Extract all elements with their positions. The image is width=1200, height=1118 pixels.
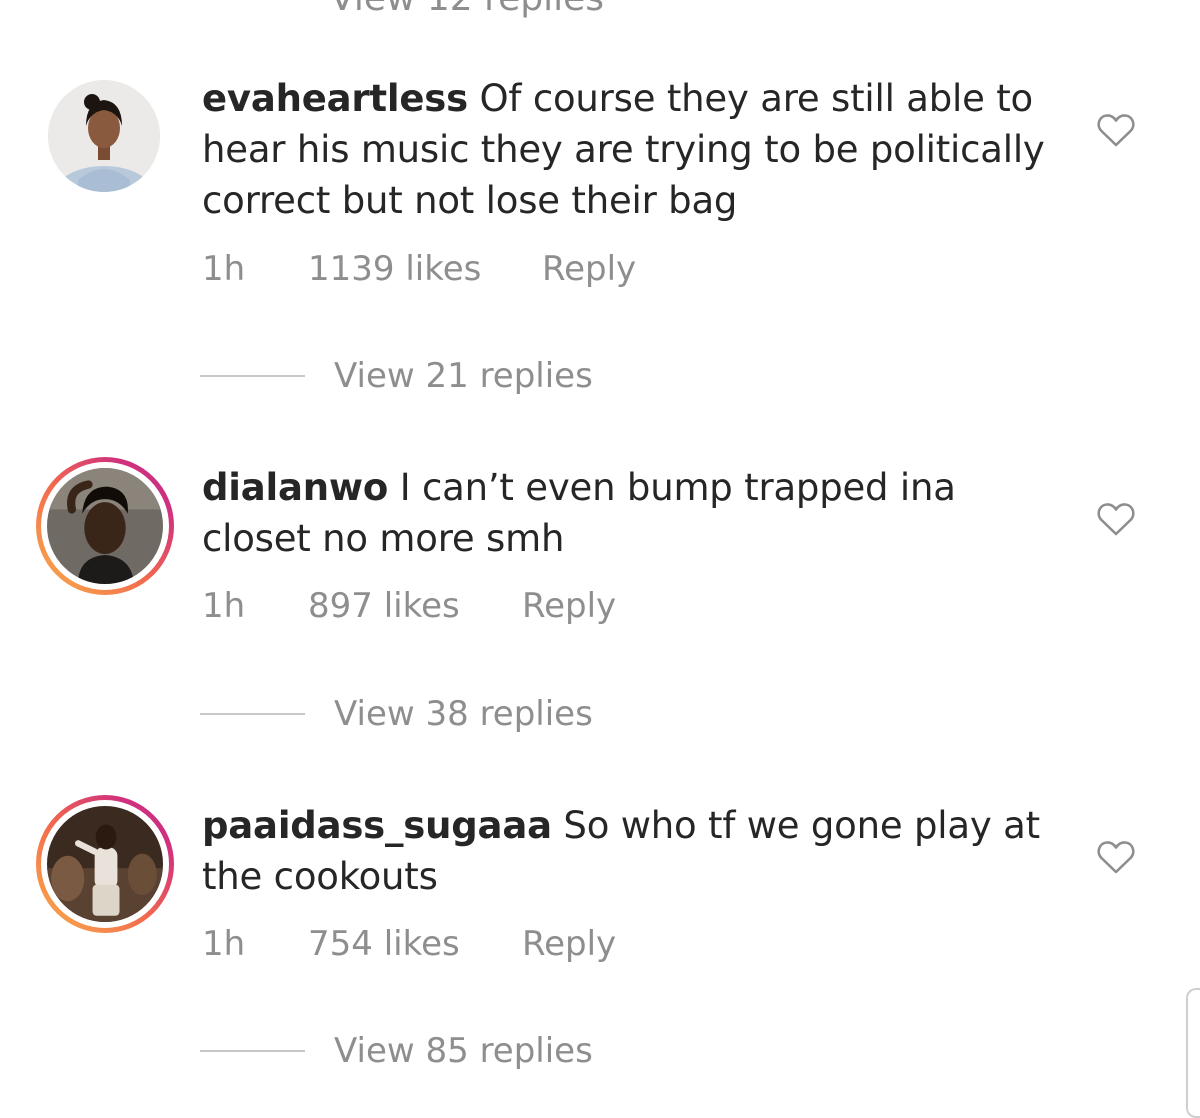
comment-text: evaheartless Of course they are still ab… [202, 73, 1052, 226]
comment-likes[interactable]: 754 likes [308, 924, 460, 964]
heart-outline-icon[interactable] [1097, 840, 1135, 874]
comment-likes[interactable]: 897 likes [308, 586, 460, 626]
view-replies-label: View 38 replies [334, 694, 593, 734]
comment-username[interactable]: evaheartless [202, 77, 468, 120]
avatar-image [47, 806, 163, 922]
comment-text: paaidass_sugaaa So who tf we gone play a… [202, 800, 1052, 902]
avatar-story-ring[interactable] [36, 457, 174, 595]
previous-view-replies-cut[interactable]: View 12 replies [330, 0, 604, 19]
comment-time: 1h [202, 249, 246, 289]
scroll-handle[interactable] [1186, 988, 1200, 1118]
replies-divider [200, 375, 305, 377]
avatar-image [48, 80, 160, 192]
replies-divider [200, 713, 305, 715]
comment-time: 1h [202, 586, 246, 626]
view-replies-label: View 21 replies [334, 356, 593, 396]
comment-time: 1h [202, 924, 246, 964]
comment-likes[interactable]: 1139 likes [308, 249, 481, 289]
replies-divider [200, 1050, 305, 1052]
comment-username[interactable]: paaidass_sugaaa [202, 804, 552, 847]
comment-text: dialanwo I can’t even bump trapped ina c… [202, 462, 1052, 564]
reply-button[interactable]: Reply [522, 924, 616, 964]
reply-button[interactable]: Reply [522, 586, 616, 626]
heart-outline-icon[interactable] [1097, 502, 1135, 536]
reply-button[interactable]: Reply [542, 249, 636, 289]
avatar[interactable] [48, 80, 160, 192]
view-replies-label: View 85 replies [334, 1031, 593, 1071]
avatar-image [47, 468, 163, 584]
comment-username[interactable]: dialanwo [202, 466, 388, 509]
heart-outline-icon[interactable] [1097, 113, 1135, 147]
avatar-story-ring[interactable] [36, 795, 174, 933]
